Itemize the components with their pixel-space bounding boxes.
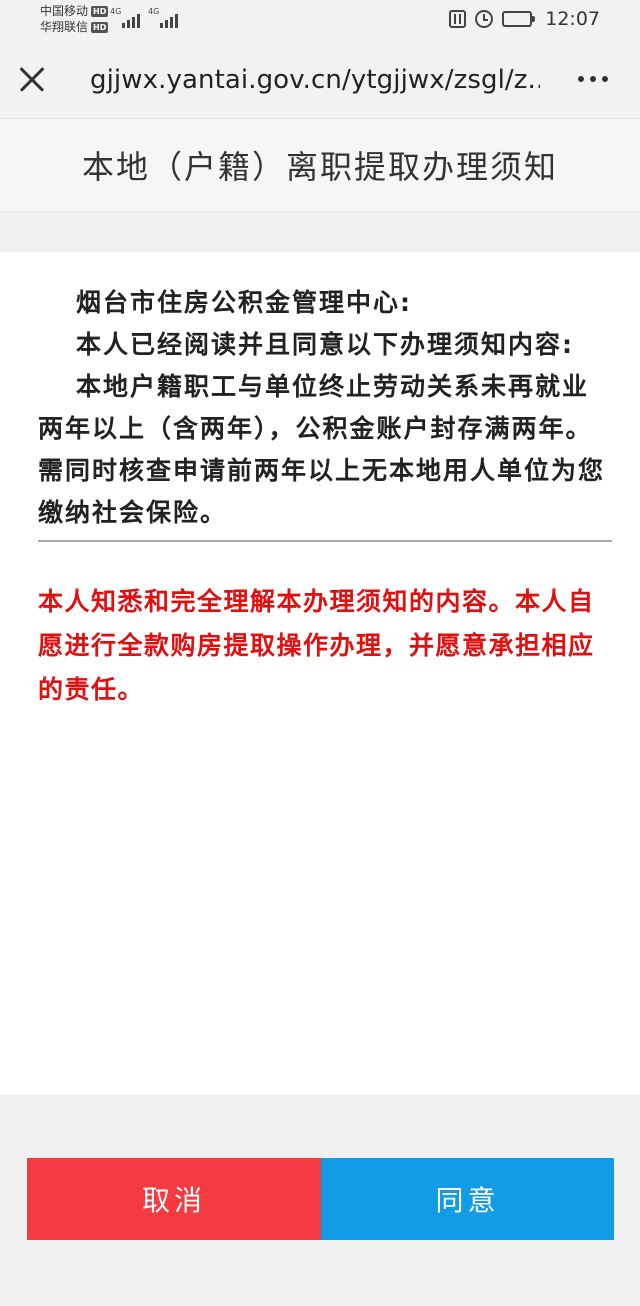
notice-content: 烟台市住房公积金管理中心: 本人已经阅读并且同意以下办理须知内容: 本地户籍职工… (0, 252, 640, 1095)
cancel-button[interactable]: 取消 (27, 1158, 321, 1240)
nfc-icon (449, 10, 467, 28)
hd-badge-1: HD (91, 5, 109, 17)
notice-recipient: 烟台市住房公积金管理中心: (76, 288, 412, 317)
notice-statement: 本人已经阅读并且同意以下办理须知内容: (76, 330, 574, 359)
signal-indicators: 4G 4G (110, 8, 178, 28)
browser-toolbar: gjjwx.yantai.gov.cn/ytgjjwx/zsgl/z... (0, 40, 640, 118)
network-type-1: 4G (110, 7, 122, 16)
notice-text: 烟台市住房公积金管理中心: 本人已经阅读并且同意以下办理须知内容: 本地户籍职工… (38, 282, 610, 534)
carrier-info: 中国移动 HD 华翔联信 HD (40, 3, 109, 35)
notice-body: 本地户籍职工与单位终止劳动关系未再就业两年以上（含两年），公积金账户封存满两年。… (38, 372, 606, 527)
more-icon[interactable] (578, 76, 608, 82)
close-icon[interactable] (14, 61, 50, 97)
url-bar[interactable]: gjjwx.yantai.gov.cn/ytgjjwx/zsgl/z... (90, 64, 540, 96)
signal-icon-1: 4G (110, 8, 140, 28)
status-right: 12:07 (449, 8, 600, 30)
agreement-text: 本人知悉和完全理解本办理须知的内容。本人自愿进行全款购房提取操作办理，并愿意承担… (38, 587, 595, 704)
hd-badge-2: HD (91, 21, 109, 33)
network-type-2: 4G (148, 7, 160, 16)
alarm-icon (475, 10, 494, 28)
title-bar: 本地（户籍）离职提取办理须知 (0, 118, 640, 212)
agree-button[interactable]: 同意 (321, 1158, 614, 1240)
page-title: 本地（户籍）离职提取办理须知 (81, 148, 558, 186)
signal-icon-2: 4G (148, 8, 178, 28)
clock: 12:07 (545, 8, 600, 30)
battery-icon (502, 11, 536, 27)
status-bar: 中国移动 HD 华翔联信 HD 4G 4G 12:07 (0, 0, 640, 40)
carrier-name-1: 中国移动 (40, 4, 89, 18)
divider (38, 540, 612, 542)
carrier-name-2: 华翔联信 (40, 20, 89, 34)
